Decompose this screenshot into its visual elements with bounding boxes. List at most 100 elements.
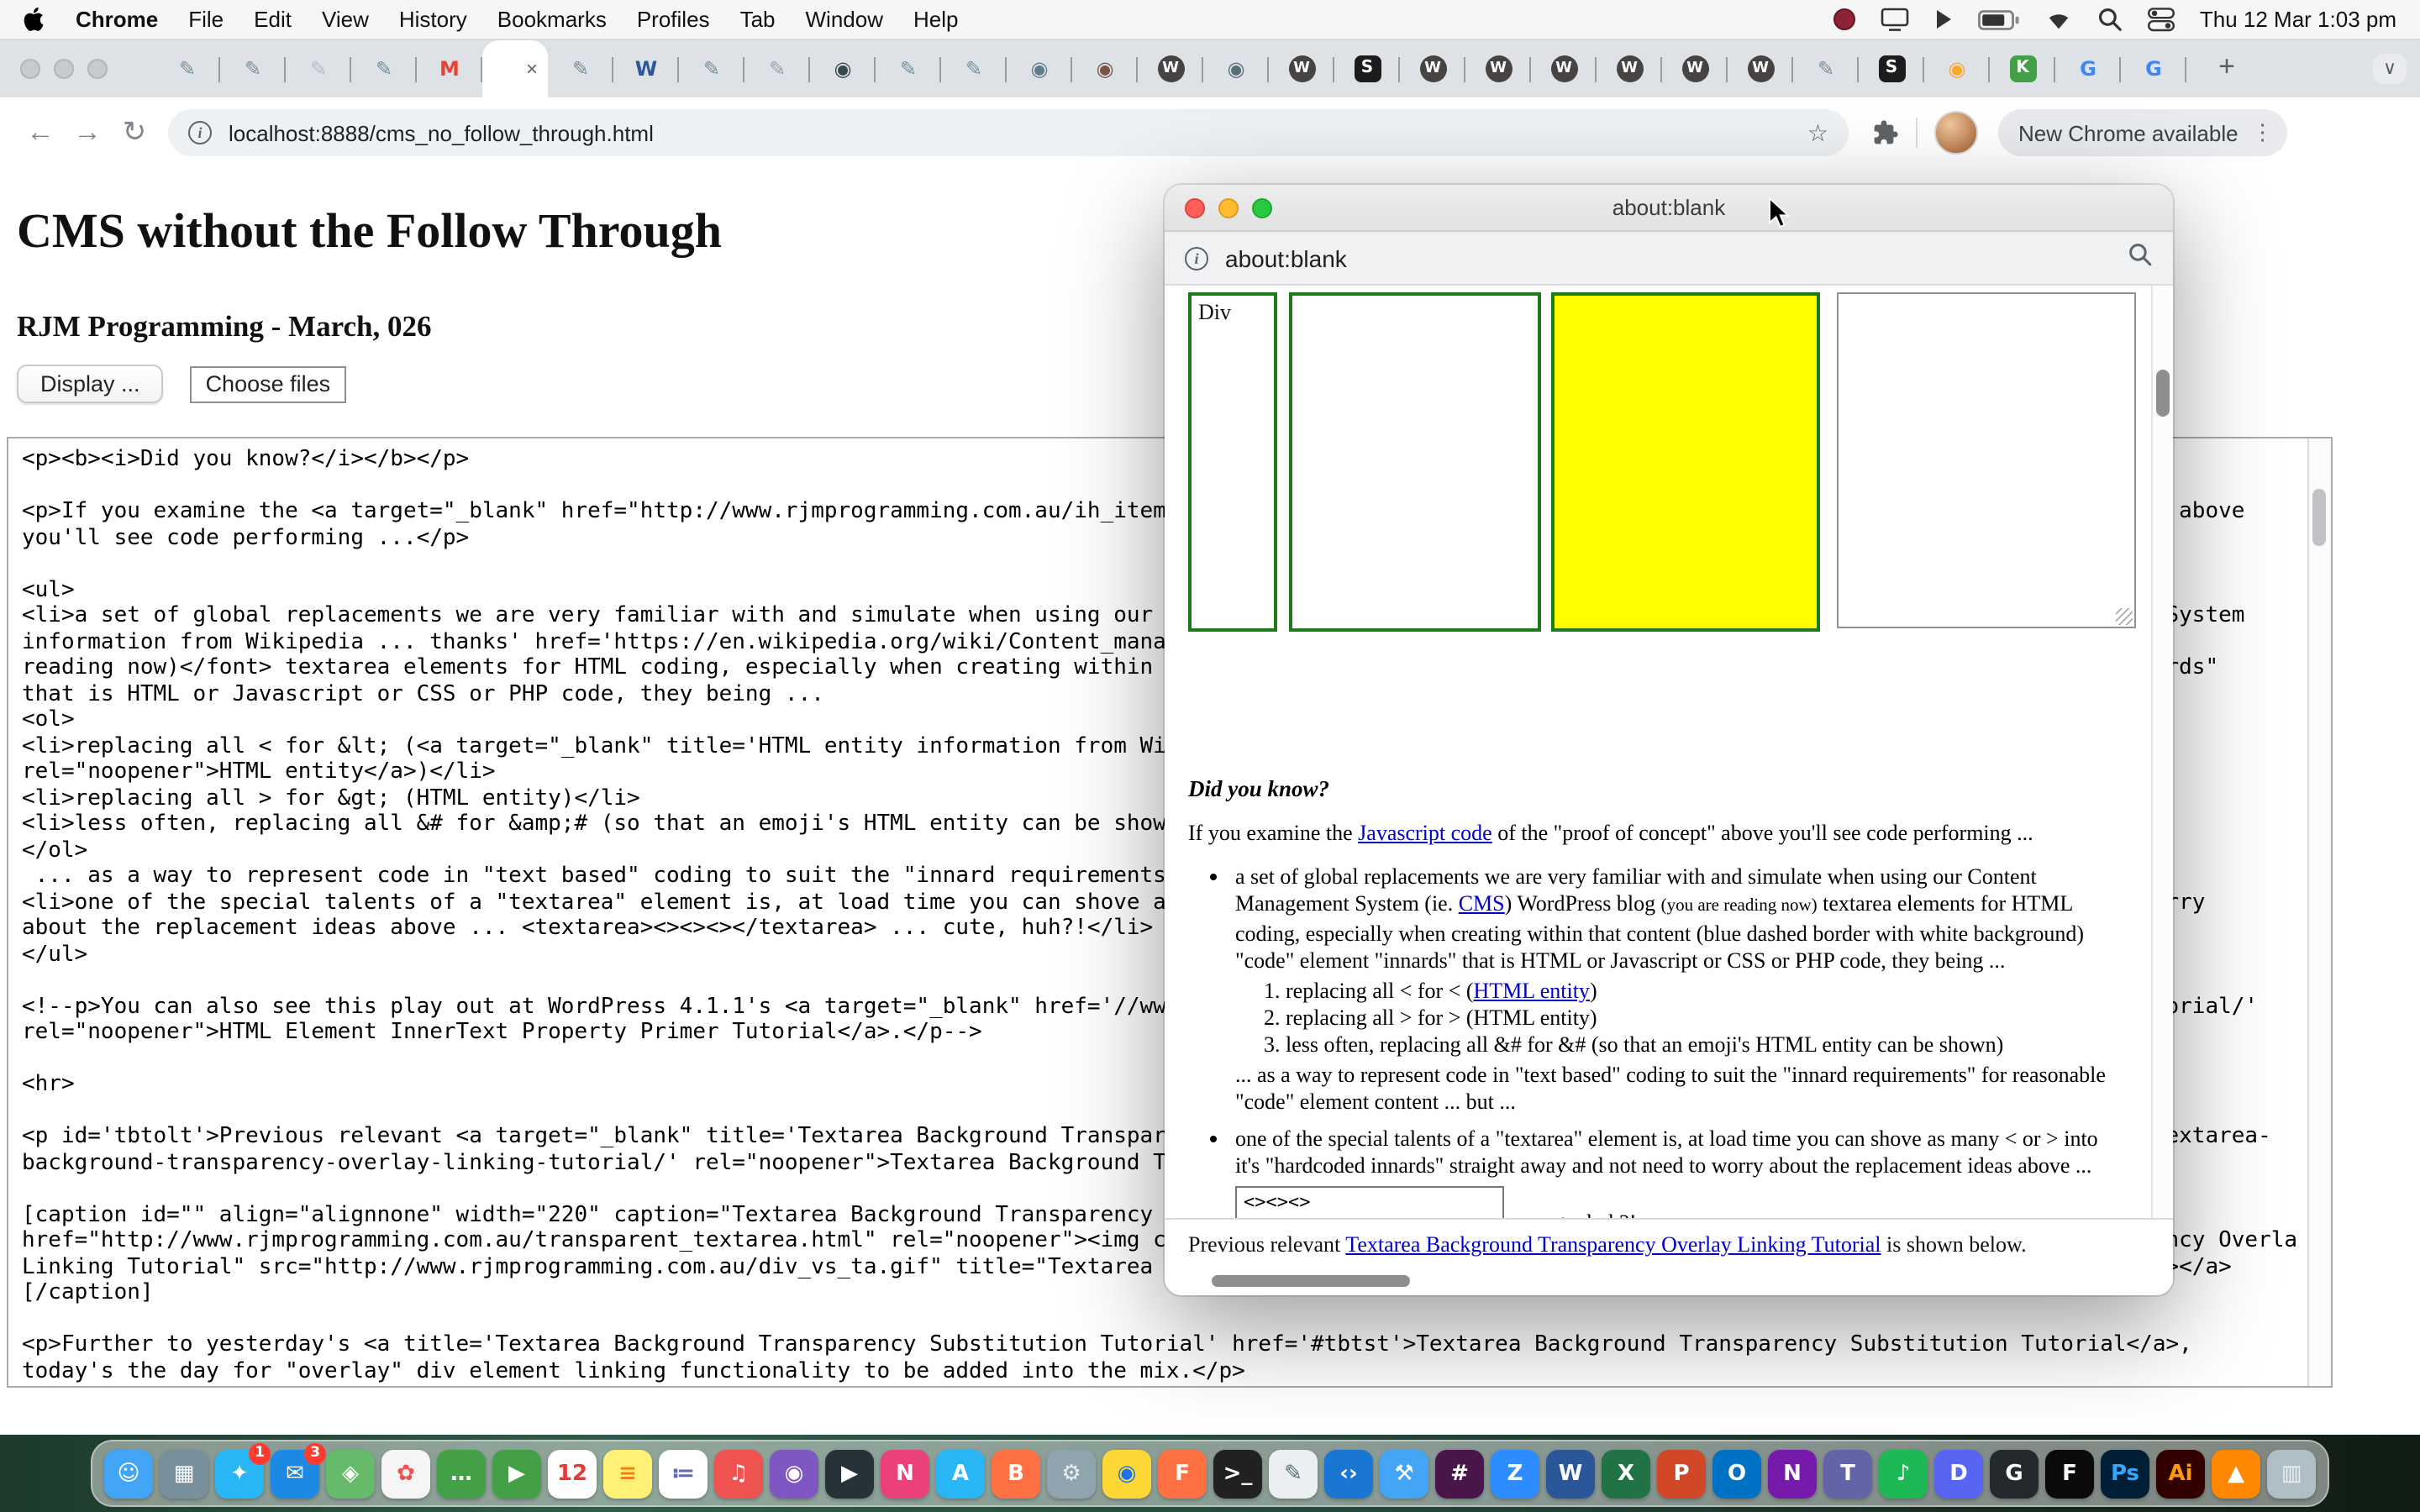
back-button[interactable]: ← bbox=[17, 116, 64, 150]
dock-icon-terminal[interactable]: >_ bbox=[1213, 1449, 1262, 1498]
dock-icon-teams[interactable]: T bbox=[1823, 1449, 1872, 1498]
dock-icon-photos[interactable]: ✿ bbox=[381, 1449, 430, 1498]
browser-tab[interactable]: S bbox=[1334, 40, 1400, 97]
browser-tab[interactable]: × bbox=[482, 40, 548, 97]
dock-icon-illustrator[interactable]: Ai bbox=[2156, 1449, 2205, 1498]
dock-icon-trash[interactable]: ▥ bbox=[2267, 1449, 2316, 1498]
browser-tab[interactable]: M bbox=[417, 40, 482, 97]
browser-tab[interactable]: ✎ bbox=[876, 40, 941, 97]
browser-tab[interactable]: G bbox=[2055, 40, 2121, 97]
dock-icon-calendar[interactable]: 12 bbox=[548, 1449, 597, 1498]
browser-tab[interactable]: ✎ bbox=[744, 40, 810, 97]
address-bar[interactable]: i localhost:8888/cms_no_follow_through.h… bbox=[168, 109, 1849, 156]
popup-minimize-button[interactable] bbox=[1218, 198, 1239, 218]
menu-item[interactable]: Bookmarks bbox=[497, 7, 607, 32]
popup-address-bar[interactable]: i about:blank bbox=[1165, 232, 2173, 286]
browser-tab[interactable]: W bbox=[1728, 40, 1793, 97]
menu-item[interactable]: File bbox=[188, 7, 224, 32]
browser-tab[interactable]: ✎ bbox=[220, 40, 286, 97]
cms-link[interactable]: CMS bbox=[1459, 890, 1505, 916]
dock-icon-vscode[interactable]: ‹› bbox=[1324, 1449, 1373, 1498]
menu-item[interactable]: Tab bbox=[740, 7, 776, 32]
inline-demo-textarea[interactable]: <><><> bbox=[1235, 1186, 1504, 1218]
dock-icon-onenote[interactable]: N bbox=[1768, 1449, 1817, 1498]
dock-icon-books[interactable]: B bbox=[992, 1449, 1040, 1498]
dock-icon-vlc[interactable]: ▲ bbox=[2212, 1449, 2260, 1498]
window-zoom-button[interactable] bbox=[87, 59, 108, 79]
html-entity-link[interactable]: HTML entity bbox=[1474, 978, 1590, 1003]
dock-icon-word[interactable]: W bbox=[1546, 1449, 1595, 1498]
browser-tab[interactable]: K bbox=[1990, 40, 2055, 97]
status-app-icon[interactable] bbox=[1833, 8, 1855, 30]
new-tab-button[interactable]: + bbox=[2205, 50, 2249, 84]
dock-icon-finder[interactable]: ☺ bbox=[104, 1449, 153, 1498]
dock-icon-figma[interactable]: F bbox=[2045, 1449, 2094, 1498]
dock-icon-photoshop[interactable]: Ps bbox=[2101, 1449, 2149, 1498]
browser-tab[interactable]: W bbox=[1138, 40, 1203, 97]
menu-item[interactable]: Window bbox=[806, 7, 884, 32]
browser-tab[interactable]: W bbox=[1662, 40, 1728, 97]
choose-files-button[interactable]: Choose files bbox=[191, 365, 346, 402]
browser-tab[interactable]: ✎ bbox=[155, 40, 220, 97]
update-chrome-button[interactable]: New Chrome available ⋮ bbox=[1998, 109, 2287, 156]
browser-tab[interactable]: ◉ bbox=[1007, 40, 1072, 97]
browser-tab[interactable]: ✎ bbox=[679, 40, 744, 97]
bookmark-star-icon[interactable]: ☆ bbox=[1807, 118, 1828, 147]
dock-icon-discord[interactable]: D bbox=[1934, 1449, 1983, 1498]
dock-icon-app-store[interactable]: A bbox=[936, 1449, 985, 1498]
site-info-icon[interactable]: i bbox=[188, 121, 212, 144]
javascript-code-link[interactable]: Javascript code bbox=[1358, 820, 1492, 845]
dock-icon-news[interactable]: N bbox=[881, 1449, 929, 1498]
popup-title-bar[interactable]: about:blank bbox=[1165, 185, 2173, 232]
browser-tab[interactable]: G bbox=[2121, 40, 2186, 97]
menu-item[interactable]: Profiles bbox=[637, 7, 710, 32]
dock-icon-powerpoint[interactable]: P bbox=[1657, 1449, 1706, 1498]
resize-grip-icon[interactable] bbox=[2116, 608, 2133, 625]
menu-item[interactable]: History bbox=[399, 7, 467, 32]
popup-horizontal-scrollbar-thumb[interactable] bbox=[1212, 1275, 1410, 1287]
battery-icon[interactable] bbox=[1978, 9, 2020, 29]
demo-textarea-box[interactable] bbox=[1837, 292, 2136, 628]
window-minimize-button[interactable] bbox=[54, 59, 74, 79]
popup-address-url[interactable]: about:blank bbox=[1225, 244, 2111, 271]
dock-icon-launchpad[interactable]: ▦ bbox=[160, 1449, 208, 1498]
tab-search-chevron-icon[interactable]: ∨ bbox=[2373, 54, 2407, 84]
address-url[interactable]: localhost:8888/cms_no_follow_through.htm… bbox=[229, 120, 1807, 145]
dock-icon-slack[interactable]: # bbox=[1435, 1449, 1484, 1498]
wifi-icon[interactable] bbox=[2045, 9, 2072, 29]
dock-icon-textedit[interactable]: ✎ bbox=[1269, 1449, 1318, 1498]
play-icon[interactable] bbox=[1934, 8, 1953, 30]
browser-tab[interactable]: W bbox=[1597, 40, 1662, 97]
browser-tab[interactable]: ◉ bbox=[810, 40, 876, 97]
dock-icon-github[interactable]: G bbox=[1990, 1449, 2039, 1498]
browser-tab[interactable]: W bbox=[1531, 40, 1597, 97]
more-menu-icon[interactable]: ⋮ bbox=[2249, 119, 2277, 146]
popup-close-button[interactable] bbox=[1185, 198, 1205, 218]
dock-icon-settings[interactable]: ⚙ bbox=[1047, 1449, 1096, 1498]
forward-button[interactable]: → bbox=[64, 116, 111, 150]
popup-zoom-button[interactable] bbox=[1252, 198, 1272, 218]
extensions-icon[interactable] bbox=[1872, 119, 1899, 146]
browser-tab[interactable]: S bbox=[1859, 40, 1924, 97]
dock-icon-zoom[interactable]: Z bbox=[1491, 1449, 1539, 1498]
popup-search-icon[interactable] bbox=[2128, 241, 2153, 275]
display-mirroring-icon[interactable] bbox=[1881, 7, 1909, 32]
dock-icon-firefox[interactable]: F bbox=[1158, 1449, 1207, 1498]
menu-item[interactable]: Help bbox=[913, 7, 959, 32]
dock-icon-facetime[interactable]: ▶ bbox=[492, 1449, 541, 1498]
dock-icon-excel[interactable]: X bbox=[1602, 1449, 1650, 1498]
browser-tab[interactable]: ✎ bbox=[351, 40, 417, 97]
browser-tab[interactable]: ✎ bbox=[941, 40, 1007, 97]
dock-icon-outlook[interactable]: O bbox=[1712, 1449, 1761, 1498]
browser-tab[interactable]: W bbox=[1465, 40, 1531, 97]
menu-item[interactable]: Edit bbox=[254, 7, 292, 32]
profile-avatar[interactable] bbox=[1934, 111, 1978, 155]
reload-button[interactable]: ↻ bbox=[111, 116, 158, 150]
dock-icon-maps[interactable]: ◈ bbox=[326, 1449, 375, 1498]
browser-tab[interactable]: ◉ bbox=[1072, 40, 1138, 97]
browser-tab[interactable]: W bbox=[613, 40, 679, 97]
popup-vertical-scrollbar-thumb[interactable] bbox=[2156, 370, 2170, 417]
dock-icon-messages[interactable]: … bbox=[437, 1449, 486, 1498]
textarea-scrollbar[interactable] bbox=[2307, 438, 2331, 1386]
dock-icon-podcasts[interactable]: ◉ bbox=[770, 1449, 818, 1498]
